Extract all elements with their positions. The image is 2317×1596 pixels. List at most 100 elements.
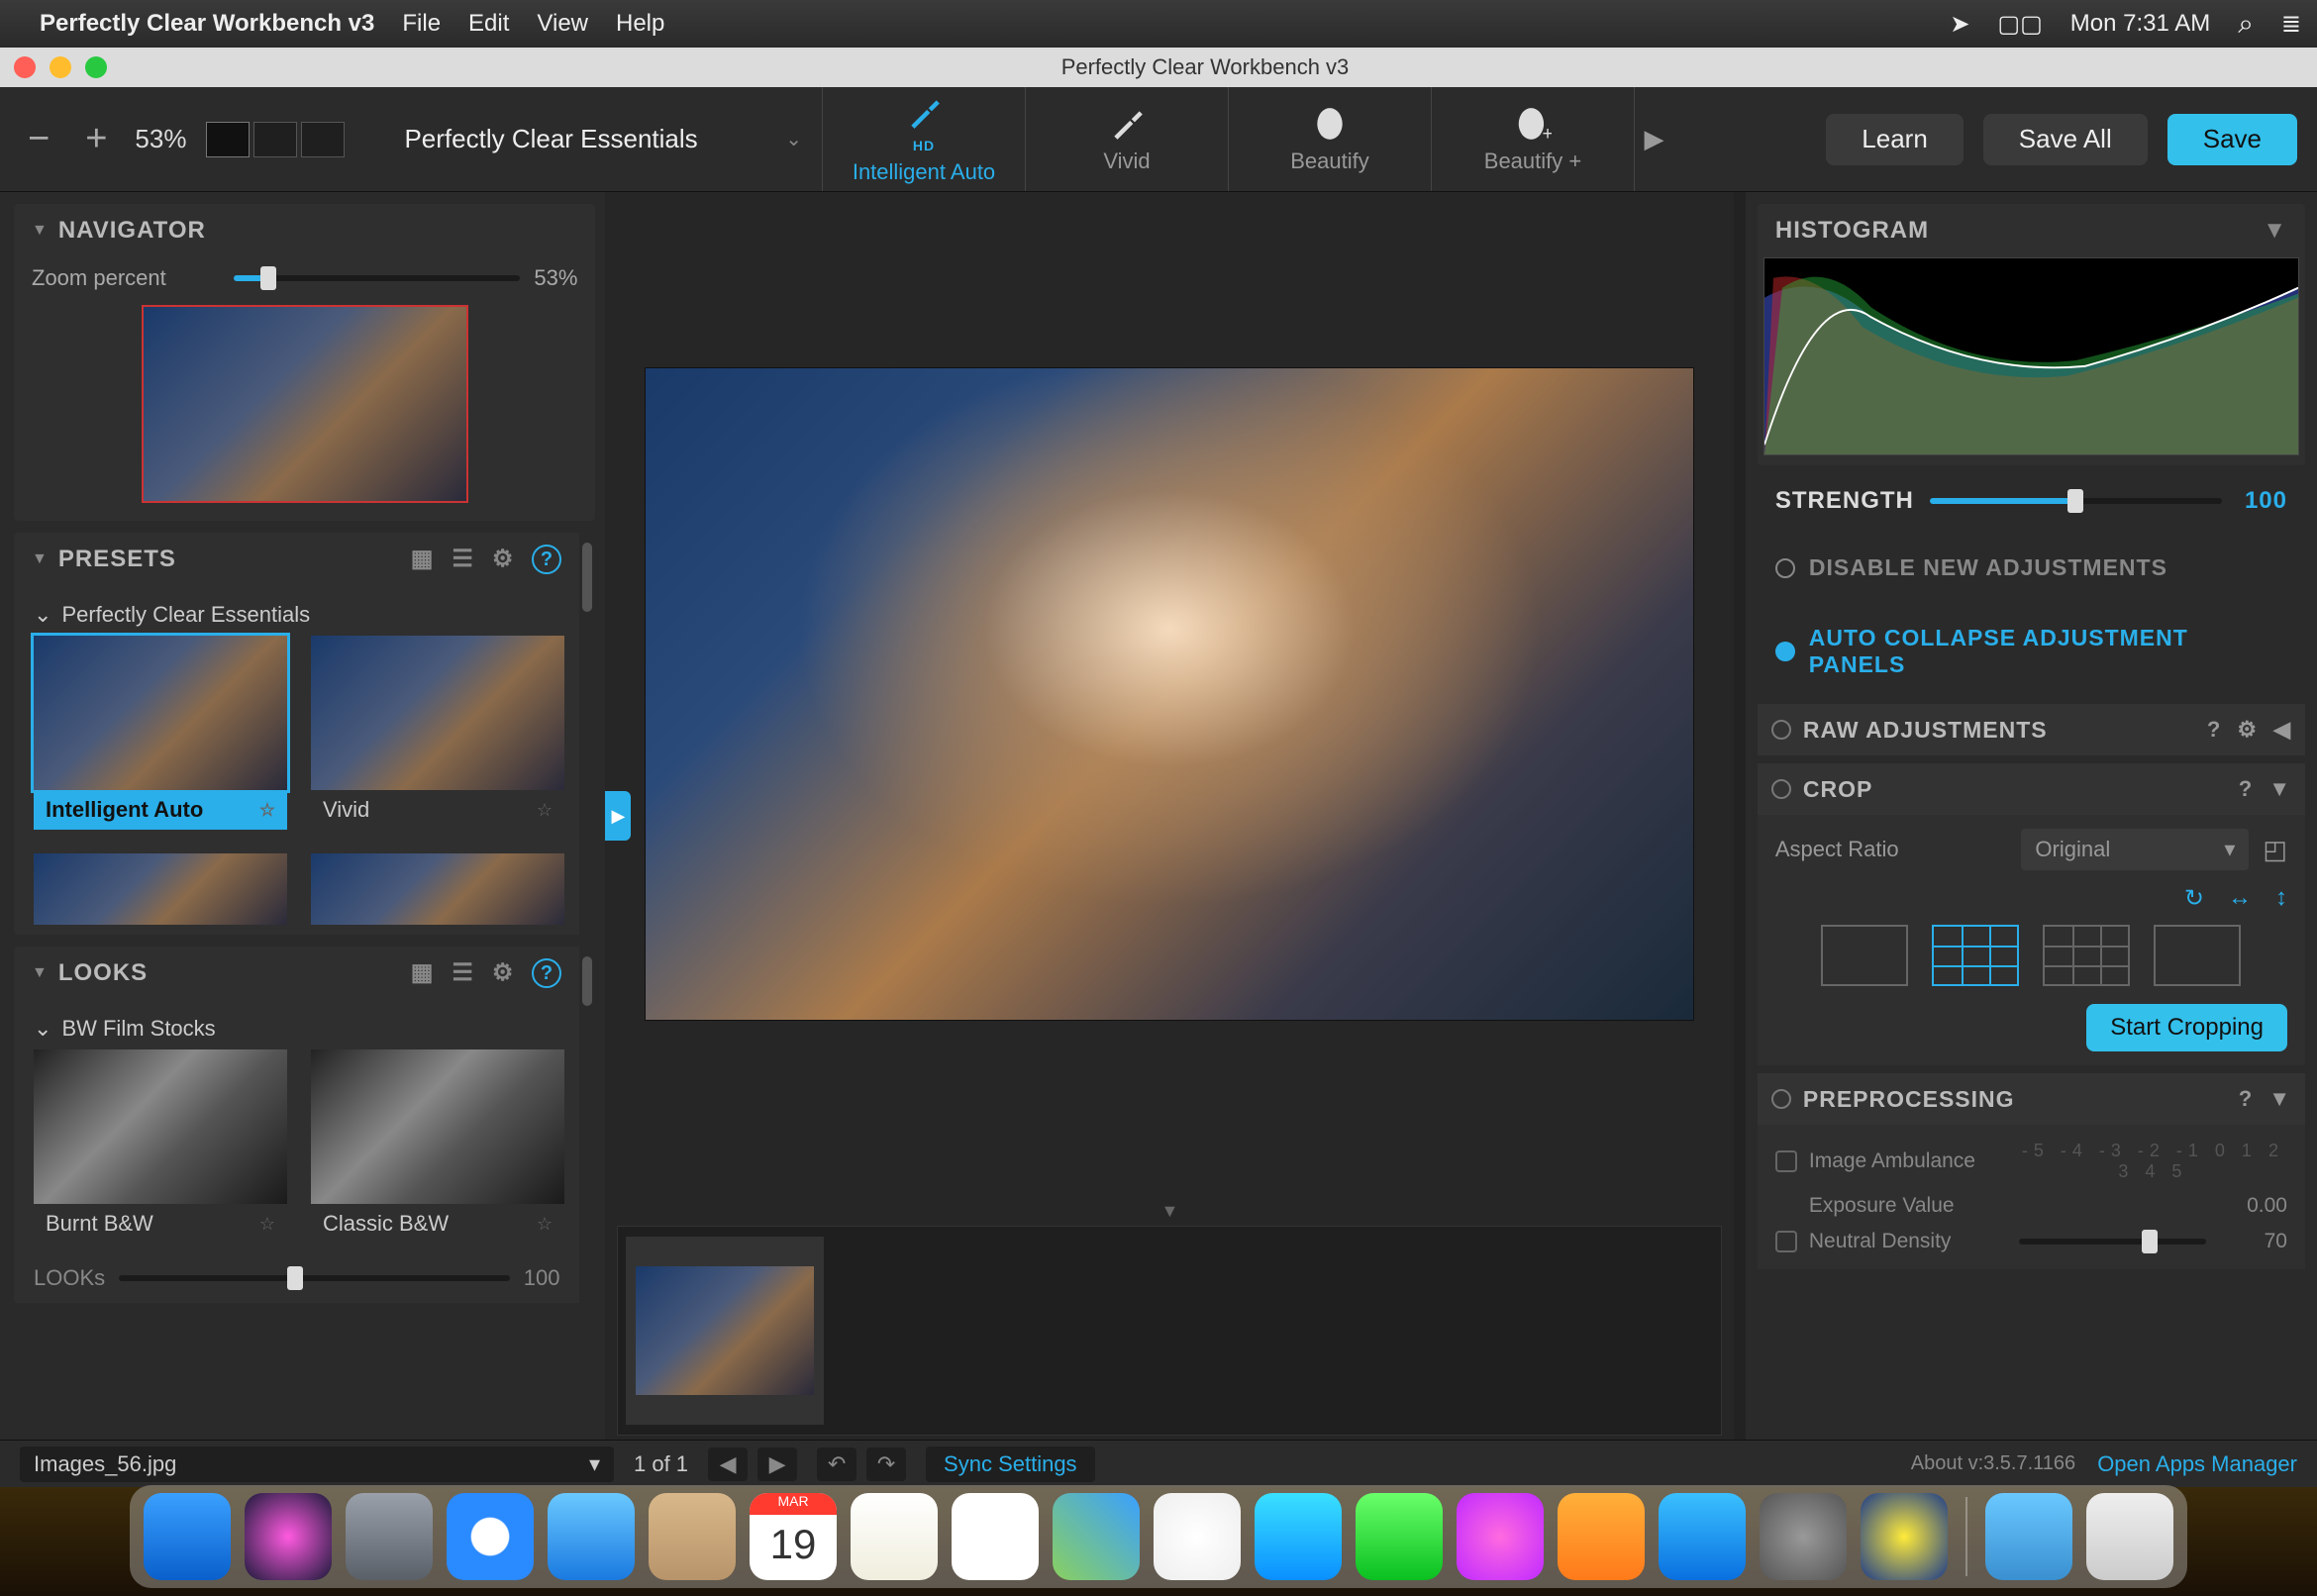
toolbar-preset-beautify[interactable]: Beautify	[1228, 87, 1431, 191]
favorite-icon[interactable]: ☆	[537, 800, 553, 821]
help-icon[interactable]: ?	[2239, 1086, 2253, 1112]
zoom-slider[interactable]	[234, 275, 520, 281]
flip-h-icon[interactable]: ↔	[2228, 884, 2252, 913]
dock-facetime-icon[interactable]	[1356, 1493, 1443, 1580]
start-cropping-button[interactable]: Start Cropping	[2086, 1004, 2287, 1051]
looks-group-toggle[interactable]: ⌄ BW Film Stocks	[34, 1008, 569, 1049]
view-split-v-button[interactable]	[253, 122, 297, 157]
grid-view-icon[interactable]: ▦	[411, 958, 435, 988]
collapse-icon[interactable]: ▼	[2268, 1086, 2291, 1112]
look-item-burnt-bw[interactable]: Burnt B&W☆	[34, 1049, 287, 1244]
expand-left-panel-button[interactable]: ▶	[605, 791, 631, 841]
menubar-clock[interactable]: Mon 7:31 AM	[2070, 10, 2210, 38]
right-divider[interactable]	[1734, 192, 1745, 1440]
dock-siri-icon[interactable]	[245, 1493, 332, 1580]
favorite-icon[interactable]: ☆	[537, 1214, 553, 1235]
image-canvas[interactable]	[605, 192, 1734, 1196]
dock-reminders-icon[interactable]	[952, 1493, 1039, 1580]
sync-settings-button[interactable]: Sync Settings	[926, 1446, 1095, 1482]
look-item-classic-bw[interactable]: Classic B&W☆	[311, 1049, 564, 1244]
menu-edit[interactable]: Edit	[468, 10, 509, 38]
panel-enable-dot[interactable]	[1771, 1089, 1791, 1109]
redo-button[interactable]: ↷	[866, 1447, 906, 1481]
histogram-display[interactable]	[1763, 257, 2299, 455]
dock-trash-icon[interactable]	[2086, 1493, 2173, 1580]
zoom-percent[interactable]: 53%	[135, 124, 186, 154]
zoom-in-button[interactable]: +	[77, 118, 115, 160]
filmstrip-item[interactable]	[626, 1237, 824, 1425]
preset-item[interactable]	[34, 853, 287, 925]
list-view-icon[interactable]: ☰	[452, 545, 474, 574]
save-button[interactable]: Save	[2167, 114, 2297, 165]
help-icon[interactable]: ?	[2239, 776, 2253, 802]
presets-scrollbar[interactable]	[579, 533, 595, 935]
neutral-density-slider[interactable]	[2019, 1239, 2206, 1245]
crop-header[interactable]: CROP ? ▼	[1758, 763, 2305, 815]
dock-messages-icon[interactable]	[1255, 1493, 1342, 1580]
spotlight-icon[interactable]: ⌕	[2238, 8, 2254, 41]
histogram-header[interactable]: HISTOGRAM ▼	[1758, 204, 2305, 257]
dock-safari-icon[interactable]	[447, 1493, 534, 1580]
toolbar-preset-more[interactable]: ▶	[1634, 87, 1673, 191]
gear-icon[interactable]: ⚙	[492, 545, 515, 574]
rotate-icon[interactable]: ↻	[2184, 884, 2204, 913]
toolbar-preset-intelligent-auto[interactable]: HD Intelligent Auto	[822, 87, 1025, 191]
crop-grid-thirds[interactable]	[1932, 925, 2019, 986]
help-icon[interactable]: ?	[532, 958, 561, 988]
filmstrip-toggle[interactable]: ▼	[605, 1196, 1734, 1226]
menu-view[interactable]: View	[537, 10, 588, 38]
crop-grid-alt[interactable]	[2043, 925, 2130, 986]
preset-item-intelligent-auto[interactable]: Intelligent Auto☆	[34, 636, 287, 830]
toolbar-preset-beautify-plus[interactable]: + Beautify +	[1431, 87, 1634, 191]
gear-icon[interactable]: ⚙	[492, 958, 515, 988]
dock-maps-icon[interactable]	[1053, 1493, 1140, 1580]
save-all-button[interactable]: Save All	[1983, 114, 2148, 165]
preset-dropdown-icon[interactable]: ⌄	[785, 127, 802, 151]
checkbox[interactable]	[1775, 1231, 1797, 1252]
undo-button[interactable]: ↶	[817, 1447, 856, 1481]
learn-button[interactable]: Learn	[1826, 114, 1964, 165]
toolbar-preset-name[interactable]: Perfectly Clear Essentials	[404, 124, 765, 154]
dock-settings-icon[interactable]	[1760, 1493, 1847, 1580]
dock-downloads-icon[interactable]	[1985, 1493, 2072, 1580]
dock-photos-icon[interactable]	[1154, 1493, 1241, 1580]
panel-enable-dot[interactable]	[1771, 779, 1791, 799]
help-icon[interactable]: ?	[532, 545, 561, 574]
navigator-thumbnail[interactable]	[142, 305, 468, 503]
toolbar-preset-vivid[interactable]: Vivid	[1025, 87, 1228, 191]
favorite-icon[interactable]: ☆	[259, 800, 275, 821]
next-image-button[interactable]: ▶	[757, 1447, 797, 1481]
prev-image-button[interactable]: ◀	[708, 1447, 748, 1481]
open-apps-manager-link[interactable]: Open Apps Manager	[2097, 1451, 2297, 1477]
crop-grid-golden[interactable]	[2154, 925, 2241, 986]
filename-dropdown[interactable]: Images_56.jpg ▾	[20, 1446, 614, 1482]
statusbar-displays-icon[interactable]: ▢▢	[1997, 10, 2042, 39]
dock-itunes-icon[interactable]	[1457, 1493, 1544, 1580]
dock-ibooks-icon[interactable]	[1558, 1493, 1645, 1580]
looks-strength-slider[interactable]	[119, 1275, 510, 1281]
favorite-icon[interactable]: ☆	[259, 1214, 275, 1235]
view-single-button[interactable]	[206, 122, 250, 157]
menu-file[interactable]: File	[402, 10, 441, 38]
minimize-window-button[interactable]	[50, 56, 71, 78]
presets-header[interactable]: ▼ PRESETS ▦ ☰ ⚙ ?	[14, 533, 579, 586]
aspect-ratio-select[interactable]: Original ▾	[2021, 829, 2249, 870]
dock-contacts-icon[interactable]	[649, 1493, 736, 1580]
panel-enable-dot[interactable]	[1771, 720, 1791, 740]
preprocessing-header[interactable]: PREPROCESSING ? ▼	[1758, 1073, 2305, 1125]
list-view-icon[interactable]: ☰	[452, 958, 474, 988]
dock-workbench-icon[interactable]	[1861, 1493, 1948, 1580]
dock-notes-icon[interactable]	[851, 1493, 938, 1580]
checkbox[interactable]	[1775, 1150, 1797, 1172]
crop-frame-icon[interactable]: ◰	[2263, 835, 2287, 865]
preset-item-vivid[interactable]: Vivid☆	[311, 636, 564, 830]
zoom-window-button[interactable]	[85, 56, 107, 78]
disable-adjustments-toggle[interactable]: DISABLE NEW ADJUSTMENTS	[1758, 537, 2305, 599]
preset-item[interactable]	[311, 853, 564, 925]
dock-mail-icon[interactable]	[548, 1493, 635, 1580]
dock-finder-icon[interactable]	[144, 1493, 231, 1580]
menu-help[interactable]: Help	[616, 10, 664, 38]
dock-appstore-icon[interactable]	[1659, 1493, 1746, 1580]
dock-launchpad-icon[interactable]	[346, 1493, 433, 1580]
auto-collapse-toggle[interactable]: AUTO COLLAPSE ADJUSTMENT PANELS	[1758, 607, 2305, 696]
